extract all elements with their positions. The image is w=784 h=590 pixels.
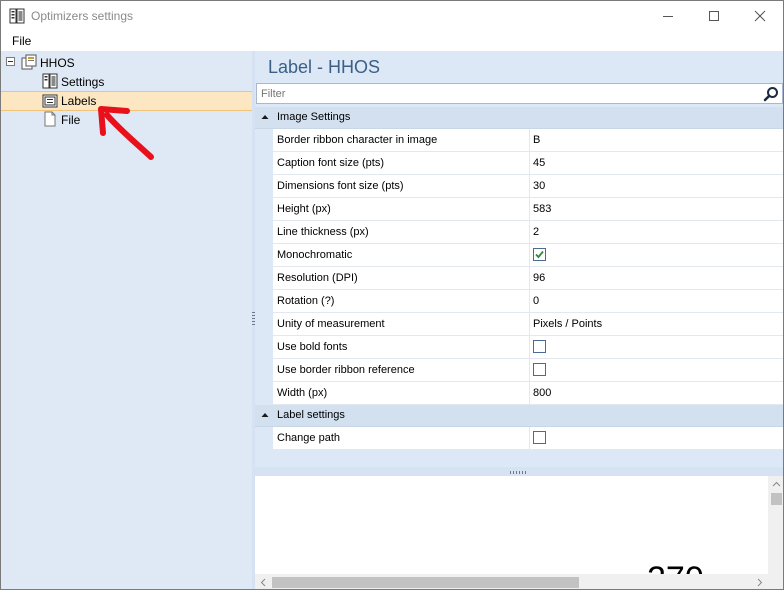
properties-pane: Label - HHOS Image Settings Border ribbo… xyxy=(255,51,783,589)
label-preview: 270 xyxy=(255,476,783,589)
tree-item-settings[interactable]: Settings xyxy=(61,75,104,89)
scroll-left-icon[interactable] xyxy=(259,578,268,587)
property-row[interactable]: Line thickness (px) 2 xyxy=(255,221,783,244)
property-name: Change path xyxy=(273,427,530,450)
maximize-button[interactable] xyxy=(691,1,737,31)
property-value xyxy=(530,336,783,359)
property-value xyxy=(530,359,783,382)
property-row[interactable]: Width (px) 800 xyxy=(255,382,783,405)
category-label: Image Settings xyxy=(277,111,351,123)
splitter-grip-icon[interactable] xyxy=(510,471,528,474)
minimize-icon xyxy=(663,16,673,17)
use-border-ribbon-checkbox[interactable] xyxy=(533,363,546,376)
checkmark-icon xyxy=(535,250,544,259)
collapse-icon[interactable] xyxy=(260,410,270,420)
property-value[interactable]: 583 xyxy=(530,198,783,221)
property-name: Use border ribbon reference xyxy=(273,359,530,382)
property-row[interactable]: Border ribbon character in image B xyxy=(255,129,783,152)
property-row[interactable]: Dimensions font size (pts) 30 xyxy=(255,175,783,198)
scroll-up-icon[interactable] xyxy=(772,480,781,489)
property-value[interactable]: 30 xyxy=(530,175,783,198)
collapse-icon[interactable] xyxy=(260,112,270,122)
change-path-checkbox[interactable] xyxy=(533,431,546,444)
property-row[interactable]: Unity of measurement Pixels / Points xyxy=(255,313,783,336)
property-row[interactable]: Monochromatic xyxy=(255,244,783,267)
horizontal-scrollbar[interactable] xyxy=(255,574,768,589)
property-value[interactable]: 96 xyxy=(530,267,783,290)
property-row[interactable]: Use bold fonts xyxy=(255,336,783,359)
window-title: Optimizers settings xyxy=(31,9,134,23)
monochromatic-checkbox[interactable] xyxy=(533,248,546,261)
property-name: Caption font size (pts) xyxy=(273,152,530,175)
close-icon xyxy=(754,10,766,22)
category-image-settings[interactable]: Image Settings xyxy=(255,107,783,129)
filter-input[interactable] xyxy=(261,86,751,101)
property-value[interactable]: 800 xyxy=(530,382,783,405)
tree-root-label[interactable]: HHOS xyxy=(40,56,75,70)
tree-collapse-toggle[interactable] xyxy=(6,57,15,66)
category-label: Label settings xyxy=(277,409,345,421)
close-button[interactable] xyxy=(737,1,783,31)
property-row[interactable]: Caption font size (pts) 45 xyxy=(255,152,783,175)
search-icon[interactable] xyxy=(763,86,779,102)
property-name: Use bold fonts xyxy=(273,336,530,359)
property-name: Resolution (DPI) xyxy=(273,267,530,290)
label-icon xyxy=(42,94,58,108)
app-icon xyxy=(9,8,25,24)
property-name: Unity of measurement xyxy=(273,313,530,336)
property-name: Monochromatic xyxy=(273,244,530,267)
property-value[interactable]: 45 xyxy=(530,152,783,175)
tree-item-file[interactable]: File xyxy=(61,113,80,127)
property-value[interactable]: B xyxy=(530,129,783,152)
property-name: Line thickness (px) xyxy=(273,221,530,244)
category-label-settings[interactable]: Label settings xyxy=(255,405,783,427)
vertical-scroll-thumb[interactable] xyxy=(771,493,782,505)
file-icon xyxy=(44,111,56,127)
maximize-icon xyxy=(709,11,719,21)
property-name: Height (px) xyxy=(273,198,530,221)
scroll-right-icon[interactable] xyxy=(755,578,764,587)
menu-file[interactable]: File xyxy=(12,34,31,48)
property-value[interactable]: Pixels / Points xyxy=(530,313,783,336)
property-row[interactable]: Height (px) 583 xyxy=(255,198,783,221)
menu-bar: File xyxy=(1,31,783,51)
use-bold-fonts-checkbox[interactable] xyxy=(533,340,546,353)
property-row[interactable]: Rotation (?) 0 xyxy=(255,290,783,313)
property-value[interactable]: 2 xyxy=(530,221,783,244)
property-row[interactable]: Resolution (DPI) 96 xyxy=(255,267,783,290)
annotation-arrow-icon xyxy=(98,106,154,160)
filter-box[interactable] xyxy=(256,83,783,104)
property-row[interactable]: Use border ribbon reference xyxy=(255,359,783,382)
property-value xyxy=(530,244,783,267)
minimize-button[interactable] xyxy=(645,1,691,31)
property-name: Dimensions font size (pts) xyxy=(273,175,530,198)
window: Optimizers settings File HHOS Settings L… xyxy=(0,0,784,590)
property-name: Width (px) xyxy=(273,382,530,405)
property-name: Rotation (?) xyxy=(273,290,530,313)
settings-icon xyxy=(42,73,58,89)
property-name: Border ribbon character in image xyxy=(273,129,530,152)
property-value[interactable]: 0 xyxy=(530,290,783,313)
root-node-icon xyxy=(21,54,37,70)
title-bar: Optimizers settings xyxy=(1,1,783,31)
property-value xyxy=(530,427,783,450)
page-title: Label - HHOS xyxy=(268,57,381,77)
horizontal-scroll-thumb[interactable] xyxy=(272,577,579,588)
property-row[interactable]: Change path xyxy=(255,427,783,450)
property-grid: Image Settings Border ribbon character i… xyxy=(255,107,783,450)
vertical-scrollbar[interactable] xyxy=(768,476,783,589)
